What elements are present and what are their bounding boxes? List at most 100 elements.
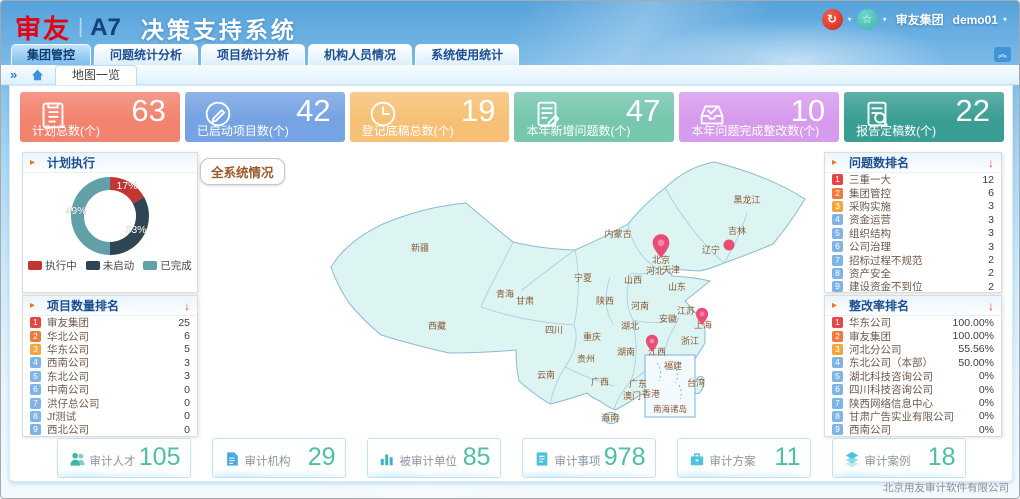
map-pin[interactable] bbox=[724, 240, 735, 251]
tab-map-overview[interactable]: 地图一览 bbox=[55, 65, 137, 86]
stat-value: 42 bbox=[296, 93, 330, 129]
metric-value: 29 bbox=[308, 443, 336, 472]
ranking-row[interactable]: 4东北公司（本部）50.00% bbox=[825, 356, 1001, 369]
ranking-row[interactable]: 5组织结构3 bbox=[825, 227, 1001, 240]
stat-card-rectified[interactable]: 10 本年问题完成整改数(个) bbox=[679, 92, 839, 142]
layers-icon bbox=[844, 451, 860, 467]
ranking-row[interactable]: 9西北公司0 bbox=[23, 423, 197, 436]
sort-desc-icon[interactable]: ↓ bbox=[988, 156, 994, 170]
caret-down-icon[interactable]: ▾ bbox=[848, 15, 852, 24]
rank-item-value: 50.00% bbox=[958, 357, 994, 369]
nav-tab[interactable]: 问题统计分析 bbox=[94, 44, 198, 65]
metric-audit-plans[interactable]: 审计方案 11 bbox=[677, 438, 811, 478]
ranking-row[interactable]: 9建设资金不到位2 bbox=[825, 280, 1001, 293]
ranking-row[interactable]: 6公司治理3 bbox=[825, 240, 1001, 253]
metric-audit-talent[interactable]: 审计人才 105 bbox=[57, 438, 191, 478]
home-icon[interactable] bbox=[31, 69, 44, 81]
metric-audited-units[interactable]: 被审计单位 85 bbox=[367, 438, 501, 478]
metric-label: 被审计单位 bbox=[400, 453, 458, 469]
caret-down-icon[interactable]: ▾ bbox=[1003, 15, 1007, 24]
panel-bullet-icon: ▸ bbox=[30, 157, 35, 168]
expand-chevrons-icon[interactable]: » bbox=[10, 67, 17, 82]
stat-card-started-projects[interactable]: 42 已启动项目数(个) bbox=[185, 92, 345, 142]
ranking-row[interactable]: 5东北公司3 bbox=[23, 370, 197, 383]
nav-tab[interactable]: 系统使用统计 bbox=[415, 44, 519, 65]
rank-item-value: 12 bbox=[982, 174, 994, 186]
province-label: 广东 bbox=[629, 378, 647, 389]
nav-tab[interactable]: 项目统计分析 bbox=[201, 44, 305, 65]
rank-badge: 3 bbox=[832, 201, 843, 212]
metric-audit-cases[interactable]: 审计案例 18 bbox=[832, 438, 966, 478]
ranking-row[interactable]: 8资产安全2 bbox=[825, 267, 1001, 280]
rank-badge: 3 bbox=[832, 344, 843, 355]
brand-logo: 审友 bbox=[15, 9, 71, 46]
ranking-row[interactable]: 3河北分公司55.56% bbox=[825, 343, 1001, 356]
ranking-row[interactable]: 9西南公司0% bbox=[825, 423, 1001, 436]
ranking-row[interactable]: 2集团管控6 bbox=[825, 186, 1001, 199]
rank-item-value: 0 bbox=[184, 397, 190, 409]
rank-badge: 4 bbox=[832, 357, 843, 368]
rank-badge: 2 bbox=[30, 331, 41, 342]
rank-item-value: 3 bbox=[184, 357, 190, 369]
ranking-row[interactable]: 6四川科技咨询公司0% bbox=[825, 383, 1001, 396]
refresh-icon[interactable]: ↻ bbox=[822, 9, 843, 30]
legend-item[interactable]: 执行中 bbox=[28, 258, 77, 273]
ranking-row[interactable]: 8甘肃广告实业有限公司0% bbox=[825, 410, 1001, 423]
metric-value: 85 bbox=[463, 443, 491, 472]
rank-badge: 2 bbox=[832, 188, 843, 199]
metric-value: 105 bbox=[139, 443, 181, 472]
stat-card-drafts[interactable]: 19 登记底稿总数(个) bbox=[350, 92, 510, 142]
ranking-row[interactable]: 1华东公司100.00% bbox=[825, 316, 1001, 329]
stat-label: 报告定稿数(个) bbox=[856, 122, 936, 139]
sort-desc-icon[interactable]: ↓ bbox=[184, 299, 190, 313]
ranking-row[interactable]: 3采购实施3 bbox=[825, 200, 1001, 213]
whole-system-button[interactable]: 全系统情况 bbox=[200, 158, 285, 185]
username[interactable]: demo01 bbox=[953, 13, 998, 27]
stat-card-final-reports[interactable]: 22 报告定稿数(个) bbox=[844, 92, 1004, 142]
stat-card-new-issues[interactable]: 47 本年新增问题数(个) bbox=[514, 92, 674, 142]
ranking-row[interactable]: 1审友集团25 bbox=[23, 316, 197, 329]
project-count-ranking-panel: ▸ 项目数量排名 ↓ 1审友集团252华北公司63华东公司54西南公司35东北公… bbox=[22, 295, 198, 437]
legend-item[interactable]: 已完成 bbox=[143, 258, 192, 273]
ranking-row[interactable]: 8Jf测试0 bbox=[23, 410, 197, 423]
stat-card-plans[interactable]: 63 计划总数(个) bbox=[20, 92, 180, 142]
china-map[interactable]: 南海诸岛 新疆西藏青海甘肃宁夏陕西山西河北北京天津山东河南内蒙古黑龙江吉林辽宁江… bbox=[327, 156, 807, 428]
ranking-row[interactable]: 6中南公司0 bbox=[23, 383, 197, 396]
metric-label: 审计方案 bbox=[710, 453, 756, 469]
ranking-row[interactable]: 7洪仔总公司0 bbox=[23, 396, 197, 409]
ranking-row[interactable]: 5湖北科技咨询公司0% bbox=[825, 370, 1001, 383]
rank-item-name: 西北公司 bbox=[47, 422, 89, 436]
breadcrumb-bar: » 地图一览 bbox=[1, 65, 1019, 85]
province-label: 河南 bbox=[631, 300, 649, 311]
nav-tab[interactable]: 机构人员情况 bbox=[308, 44, 412, 65]
metric-audit-orgs[interactable]: 审计机构 29 bbox=[212, 438, 346, 478]
sort-desc-icon[interactable]: ↓ bbox=[988, 299, 994, 313]
province-label: 吉林 bbox=[728, 225, 746, 236]
rank-badge: 1 bbox=[30, 317, 41, 328]
caret-down-icon[interactable]: ▾ bbox=[883, 15, 887, 24]
metric-value: 11 bbox=[775, 443, 801, 472]
rank-item-value: 100.00% bbox=[953, 317, 994, 329]
ranking-row[interactable]: 2审友集团100.00% bbox=[825, 329, 1001, 342]
ranking-row[interactable]: 4西南公司3 bbox=[23, 356, 197, 369]
legend-item[interactable]: 未启动 bbox=[86, 258, 135, 273]
metric-audit-items[interactable]: 审计事项 978 bbox=[522, 438, 656, 478]
rank-badge: 9 bbox=[832, 281, 843, 292]
rank-item-value: 2 bbox=[988, 267, 994, 279]
collapse-icon[interactable]: ︽ bbox=[994, 47, 1011, 62]
ranking-row[interactable]: 3华东公司5 bbox=[23, 343, 197, 356]
legend-swatch bbox=[28, 261, 42, 270]
star-icon[interactable]: ☆ bbox=[857, 9, 878, 30]
ranking-row[interactable]: 7招标过程不规范2 bbox=[825, 253, 1001, 266]
rank-item-value: 25 bbox=[178, 317, 190, 329]
ranking-row[interactable]: 2华北公司6 bbox=[23, 329, 197, 342]
ranking-row[interactable]: 1三重一大12 bbox=[825, 173, 1001, 186]
ranking-row[interactable]: 7陕西网络信息中心0% bbox=[825, 396, 1001, 409]
ranking-row[interactable]: 4资金运营3 bbox=[825, 213, 1001, 226]
nav-tab[interactable]: 集团管控 bbox=[11, 44, 91, 65]
panel-bullet-icon: ▸ bbox=[30, 300, 35, 311]
person-icon bbox=[69, 451, 86, 467]
stat-label: 已启动项目数(个) bbox=[197, 122, 289, 139]
metric-label: 审计机构 bbox=[245, 453, 291, 469]
rank-badge: 9 bbox=[832, 424, 843, 435]
